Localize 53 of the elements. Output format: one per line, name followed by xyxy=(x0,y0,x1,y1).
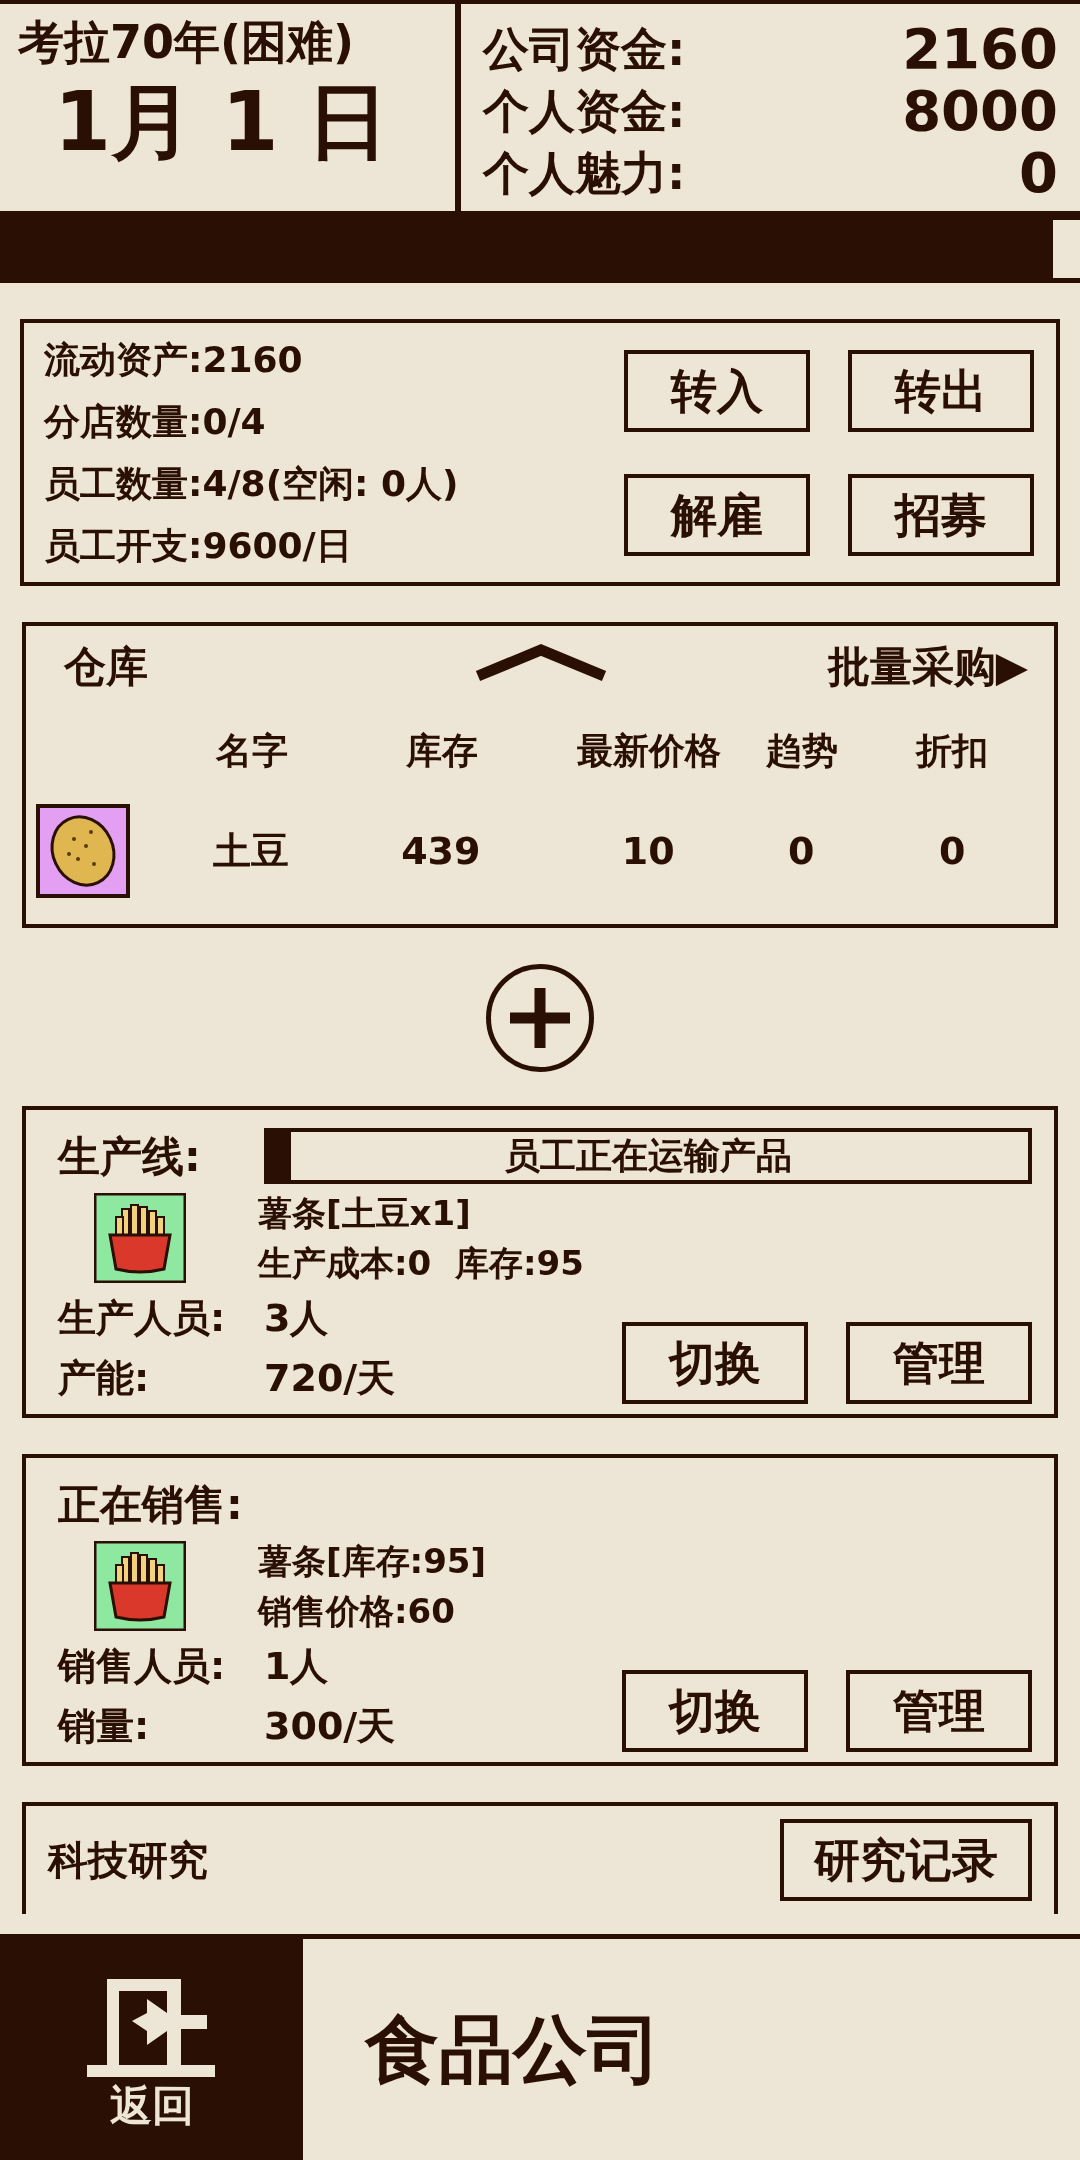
stat-label: 生产人员: xyxy=(58,1294,227,1342)
table-cell: 0 xyxy=(939,828,966,873)
stat-value: 720/天 xyxy=(264,1354,396,1402)
finance-line: 员工数量:4/8(空闲: 0人) xyxy=(44,461,460,506)
research-log-button[interactable]: 研究记录 xyxy=(780,1819,1032,1901)
fries-icon xyxy=(94,1193,186,1283)
product-detail: 生产成本:0 库存:95 xyxy=(258,1242,584,1285)
product-name: 薯条[土豆x1] xyxy=(258,1192,472,1235)
table-cell: 439 xyxy=(401,828,481,873)
action-button[interactable]: 招募 xyxy=(848,473,1034,556)
action-button[interactable]: 转入 xyxy=(624,349,810,432)
table-cell: 0 xyxy=(788,828,815,873)
action-button[interactable]: 解雇 xyxy=(624,473,810,556)
column-header: 折扣 xyxy=(916,730,989,771)
finance-line: 分店数量:0/4 xyxy=(44,399,267,444)
column-header: 最新价格 xyxy=(576,730,721,771)
action-button[interactable]: 切换 xyxy=(622,1670,808,1752)
status-text: 员工正在运输产品 xyxy=(504,1134,792,1178)
action-button[interactable]: 管理 xyxy=(846,1670,1032,1752)
add-button[interactable] xyxy=(486,964,594,1072)
bulk-buy-link[interactable]: 批量采购▶ xyxy=(827,634,1028,698)
column-header: 趋势 xyxy=(765,730,838,771)
section-title: 生产线: xyxy=(58,1130,202,1183)
column-header: 库存 xyxy=(405,730,478,771)
potato-icon xyxy=(36,804,130,898)
finance-line: 员工开支:9600/日 xyxy=(44,523,353,568)
stat-value: 1人 xyxy=(264,1642,329,1690)
stat-label: 公司资金: xyxy=(483,20,686,78)
stat-value: 300/天 xyxy=(264,1702,396,1750)
finance-line: 流动资产:2160 xyxy=(44,337,304,382)
column-header: 名字 xyxy=(216,730,289,771)
warehouse-title: 仓库 xyxy=(64,640,148,693)
section-title: 科技研究 xyxy=(48,1836,208,1885)
stat-label: 销量: xyxy=(58,1702,151,1750)
action-button[interactable]: 管理 xyxy=(846,1322,1032,1404)
stat-label: 产能: xyxy=(58,1354,151,1402)
game-title: 考拉70年(困难) xyxy=(18,14,356,71)
action-button[interactable]: 转出 xyxy=(848,349,1034,432)
page-title: 食品公司 xyxy=(363,2005,661,2094)
action-button[interactable]: 切换 xyxy=(622,1322,808,1404)
table-cell: 土豆 xyxy=(212,828,289,873)
date-text: 1月 1 日 xyxy=(53,73,391,171)
table-cell: 10 xyxy=(621,828,675,873)
stat-value: 3人 xyxy=(264,1294,329,1342)
product-detail: 销售价格:60 xyxy=(258,1590,456,1633)
stat-label: 个人资金: xyxy=(483,82,686,140)
product-name: 薯条[库存:95] xyxy=(258,1540,486,1583)
back-button[interactable]: 返回 xyxy=(0,1939,303,2160)
stat-label: 个人魅力: xyxy=(483,144,686,202)
fries-icon xyxy=(94,1541,186,1631)
stat-label: 销售人员: xyxy=(58,1642,227,1690)
section-title: 正在销售: xyxy=(58,1478,244,1531)
plus-icon xyxy=(508,986,572,1050)
